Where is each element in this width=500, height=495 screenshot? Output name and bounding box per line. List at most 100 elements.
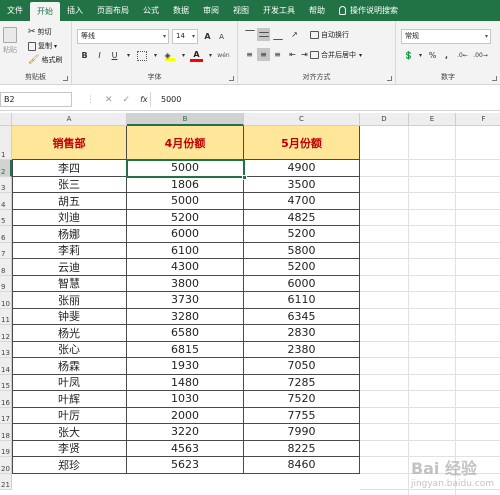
table-cell[interactable]: 4900 (244, 160, 360, 177)
bold-button[interactable]: B (78, 49, 91, 62)
table-cell[interactable]: 5200 (244, 259, 360, 276)
row-header-14[interactable]: 14 (0, 358, 12, 375)
table-cell[interactable]: 1030 (127, 391, 244, 408)
table-cell[interactable]: 2830 (244, 325, 360, 342)
wrap-text-button[interactable]: 自动换行 (310, 30, 349, 40)
name-box[interactable]: B2 (0, 92, 72, 107)
row-header-17[interactable]: 17 (0, 407, 12, 424)
tell-me-search[interactable]: 操作说明搜索 (332, 0, 405, 21)
row-header-12[interactable]: 12 (0, 325, 12, 342)
increase-decimal-button[interactable]: .0← (456, 49, 469, 62)
table-cell[interactable]: 7285 (244, 374, 360, 391)
font-launcher-icon[interactable] (229, 76, 234, 81)
paste-button[interactable]: 粘贴 (3, 27, 17, 55)
italic-button[interactable]: I (93, 49, 106, 62)
table-cell[interactable]: 叶厉 (12, 407, 127, 424)
cancel-icon[interactable]: ✕ (105, 95, 113, 105)
worksheet-grid[interactable]: A B C D E F 1 2 3 4 5 6 7 8 9 10 11 12 13 14 15 16 17 18 19 20 21 销… (0, 113, 500, 495)
select-all-button[interactable] (0, 113, 12, 126)
borders-button[interactable] (135, 49, 148, 62)
font-color-button[interactable]: A (190, 49, 203, 62)
row-header-7[interactable]: 7 (0, 242, 12, 259)
underline-dropdown[interactable]: ▾ (122, 49, 135, 62)
table-cell[interactable]: 张大 (12, 424, 127, 441)
number-format-select[interactable]: 常规 ▾ (401, 29, 491, 44)
table-cell[interactable]: 7755 (244, 407, 360, 424)
column-header-e[interactable]: E (409, 113, 456, 126)
table-cell[interactable]: 3800 (127, 275, 244, 292)
table-cell[interactable]: 6815 (127, 341, 244, 358)
column-header-b[interactable]: B (127, 113, 244, 126)
table-cell[interactable]: 杨娜 (12, 226, 127, 243)
format-painter-button[interactable]: 🖌 格式刷 (28, 55, 62, 65)
align-left-button[interactable]: ≡ (243, 48, 256, 61)
align-center-button[interactable]: ≡ (257, 48, 270, 61)
table-cell[interactable]: 5200 (127, 209, 244, 226)
align-right-button[interactable]: ≡ (271, 48, 284, 61)
row-header-4[interactable]: 4 (0, 193, 12, 210)
table-cell[interactable]: 张三 (12, 176, 127, 193)
table-cell[interactable]: 7520 (244, 391, 360, 408)
table-cell[interactable]: 6110 (244, 292, 360, 309)
table-cell[interactable]: 张丽 (12, 292, 127, 309)
table-cell[interactable]: 5800 (244, 242, 360, 259)
table-cell[interactable]: 4563 (127, 440, 244, 457)
header-cell[interactable]: 5月份额 (244, 126, 360, 160)
row-header-6[interactable]: 6 (0, 226, 12, 243)
table-cell[interactable]: 2380 (244, 341, 360, 358)
copy-button[interactable]: 复制 ▾ (28, 41, 57, 51)
orientation-button[interactable]: ↗ (288, 28, 301, 41)
table-cell[interactable]: 6345 (244, 308, 360, 325)
align-bottom-button[interactable] (271, 28, 284, 41)
enter-icon[interactable]: ✓ (123, 95, 131, 105)
phonetic-button[interactable]: wén (217, 49, 230, 62)
table-cell[interactable]: 4300 (127, 259, 244, 276)
table-cell[interactable]: 6580 (127, 325, 244, 342)
table-cell[interactable]: 5200 (244, 226, 360, 243)
comma-style-button[interactable]: , (440, 49, 453, 62)
table-cell[interactable]: 5000 (127, 193, 244, 210)
more-options-icon[interactable]: ⋮ (86, 95, 95, 105)
table-cell[interactable]: 5623 (127, 457, 244, 474)
row-header-10[interactable]: 10 (0, 292, 12, 309)
borders-dropdown[interactable]: ▾ (149, 49, 162, 62)
fill-color-button[interactable]: ◈ (163, 49, 176, 62)
table-cell[interactable]: 8225 (244, 440, 360, 457)
table-cell[interactable]: 8460 (244, 457, 360, 474)
tab-data[interactable]: 数据 (166, 0, 196, 21)
fill-color-dropdown[interactable]: ▾ (177, 49, 190, 62)
row-header-21[interactable]: 21 (0, 473, 12, 490)
font-name-select[interactable]: 等线 ▾ (77, 29, 169, 44)
table-cell[interactable]: 4700 (244, 193, 360, 210)
alignment-launcher-icon[interactable] (387, 76, 392, 81)
insert-function-icon[interactable]: fx (140, 95, 148, 104)
column-header-d[interactable]: D (360, 113, 409, 126)
row-header-9[interactable]: 9 (0, 275, 12, 292)
align-middle-button[interactable] (257, 28, 270, 41)
row-header-5[interactable]: 5 (0, 209, 12, 226)
table-cell[interactable]: 4825 (244, 209, 360, 226)
tab-file[interactable]: 文件 (0, 0, 30, 21)
font-size-select[interactable]: 14 ▾ (172, 29, 198, 44)
tab-developer[interactable]: 开发工具 (256, 0, 302, 21)
column-header-a[interactable]: A (12, 113, 127, 126)
table-cell[interactable]: 1930 (127, 358, 244, 375)
table-cell[interactable]: 6100 (127, 242, 244, 259)
underline-button[interactable]: U (108, 49, 121, 62)
table-cell[interactable]: 2000 (127, 407, 244, 424)
table-cell[interactable]: 6000 (127, 226, 244, 243)
table-cell[interactable]: 叶辉 (12, 391, 127, 408)
table-cell[interactable]: 1480 (127, 374, 244, 391)
row-header-3[interactable]: 3 (0, 176, 12, 193)
table-cell[interactable]: 杨霖 (12, 358, 127, 375)
tab-insert[interactable]: 插入 (60, 0, 90, 21)
row-header-2[interactable]: 2 (0, 160, 12, 177)
table-cell[interactable]: 智慧 (12, 275, 127, 292)
tab-page-layout[interactable]: 页面布局 (90, 0, 136, 21)
table-cell[interactable]: 7990 (244, 424, 360, 441)
tab-home[interactable]: 开始 (30, 2, 60, 21)
column-header-f[interactable]: F (456, 113, 500, 126)
font-color-dropdown[interactable]: ▾ (204, 49, 217, 62)
table-cell[interactable]: 3730 (127, 292, 244, 309)
column-header-c[interactable]: C (244, 113, 360, 126)
